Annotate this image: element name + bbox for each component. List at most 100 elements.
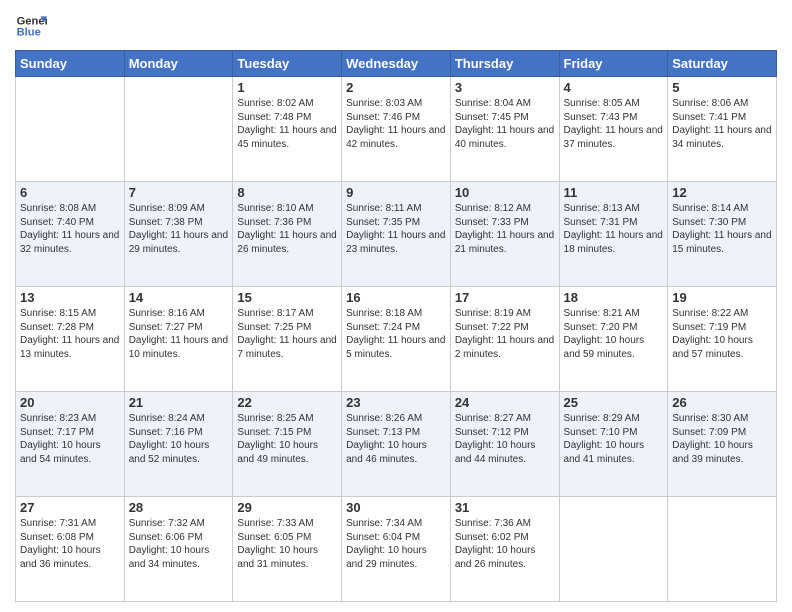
day-number: 9 [346,185,446,200]
calendar-week-5: 27Sunrise: 7:31 AM Sunset: 6:08 PM Dayli… [16,497,777,602]
day-info: Sunrise: 7:36 AM Sunset: 6:02 PM Dayligh… [455,517,555,571]
day-number: 16 [346,290,446,305]
weekday-header-friday: Friday [559,51,668,77]
weekday-header-row: SundayMondayTuesdayWednesdayThursdayFrid… [16,51,777,77]
day-info: Sunrise: 8:14 AM Sunset: 7:30 PM Dayligh… [672,202,772,256]
calendar-cell: 18Sunrise: 8:21 AM Sunset: 7:20 PM Dayli… [559,287,668,392]
day-number: 10 [455,185,555,200]
day-number: 14 [129,290,229,305]
day-number: 12 [672,185,772,200]
calendar-cell [559,497,668,602]
day-number: 5 [672,80,772,95]
day-info: Sunrise: 8:04 AM Sunset: 7:45 PM Dayligh… [455,97,555,151]
day-number: 13 [20,290,120,305]
calendar-cell: 15Sunrise: 8:17 AM Sunset: 7:25 PM Dayli… [233,287,342,392]
weekday-header-monday: Monday [124,51,233,77]
day-info: Sunrise: 8:10 AM Sunset: 7:36 PM Dayligh… [237,202,337,256]
day-number: 18 [564,290,664,305]
weekday-header-tuesday: Tuesday [233,51,342,77]
calendar-cell: 20Sunrise: 8:23 AM Sunset: 7:17 PM Dayli… [16,392,125,497]
day-info: Sunrise: 8:11 AM Sunset: 7:35 PM Dayligh… [346,202,446,256]
day-number: 26 [672,395,772,410]
calendar-cell: 21Sunrise: 8:24 AM Sunset: 7:16 PM Dayli… [124,392,233,497]
day-info: Sunrise: 8:09 AM Sunset: 7:38 PM Dayligh… [129,202,229,256]
calendar-cell: 13 Sunrise: 8:15 AM Sunset: 7:28 PM Dayli… [16,287,125,392]
day-info: Sunrise: 8:08 AM Sunset: 7:40 PM Dayligh… [20,202,120,256]
day-number: 28 [129,500,229,515]
day-info: Sunrise: 8:24 AM Sunset: 7:16 PM Dayligh… [129,412,229,466]
day-number: 1 [237,80,337,95]
calendar-cell: 12 Sunrise: 8:14 AM Sunset: 7:30 PM Dayli… [668,182,777,287]
calendar-cell: 28Sunrise: 7:32 AM Sunset: 6:06 PM Dayli… [124,497,233,602]
calendar-table: SundayMondayTuesdayWednesdayThursdayFrid… [15,50,777,602]
day-info: Sunrise: 7:34 AM Sunset: 6:04 PM Dayligh… [346,517,446,571]
day-info: Sunrise: 8:12 AM Sunset: 7:33 PM Dayligh… [455,202,555,256]
day-number: 3 [455,80,555,95]
calendar-week-3: 13 Sunrise: 8:15 AM Sunset: 7:28 PM Dayli… [16,287,777,392]
day-number: 31 [455,500,555,515]
weekday-header-wednesday: Wednesday [342,51,451,77]
calendar-cell: 25 Sunrise: 8:29 AM Sunset: 7:10 PM Dayli… [559,392,668,497]
day-number: 6 [20,185,120,200]
day-info: Sunrise: 8:30 AM Sunset: 7:09 PM Dayligh… [672,412,772,466]
calendar-cell: 19 Sunrise: 8:22 AM Sunset: 7:19 PM Dayli… [668,287,777,392]
calendar-cell: 6 Sunrise: 8:08 AM Sunset: 7:40 PM Daylig… [16,182,125,287]
page: General Blue SundayMondayTuesdayWednesda… [0,0,792,612]
day-number: 11 [564,185,664,200]
day-info: Sunrise: 8:03 AM Sunset: 7:46 PM Dayligh… [346,97,446,151]
calendar-week-2: 6 Sunrise: 8:08 AM Sunset: 7:40 PM Daylig… [16,182,777,287]
calendar-cell [124,77,233,182]
day-info: Sunrise: 8:22 AM Sunset: 7:19 PM Dayligh… [672,307,772,361]
day-info: Sunrise: 8:26 AM Sunset: 7:13 PM Dayligh… [346,412,446,466]
calendar-cell: 23 Sunrise: 8:26 AM Sunset: 7:13 PM Dayli… [342,392,451,497]
day-info: Sunrise: 8:19 AM Sunset: 7:22 PM Dayligh… [455,307,555,361]
calendar-week-1: 1Sunrise: 8:02 AM Sunset: 7:48 PM Daylig… [16,77,777,182]
calendar-cell: 17 Sunrise: 8:19 AM Sunset: 7:22 PM Dayli… [450,287,559,392]
day-number: 22 [237,395,337,410]
day-number: 19 [672,290,772,305]
day-number: 25 [564,395,664,410]
calendar-cell: 27Sunrise: 7:31 AM Sunset: 6:08 PM Dayli… [16,497,125,602]
day-number: 8 [237,185,337,200]
calendar-cell: 30Sunrise: 7:34 AM Sunset: 6:04 PM Dayli… [342,497,451,602]
day-info: Sunrise: 8:06 AM Sunset: 7:41 PM Dayligh… [672,97,772,151]
day-number: 24 [455,395,555,410]
calendar-week-4: 20Sunrise: 8:23 AM Sunset: 7:17 PM Dayli… [16,392,777,497]
svg-text:Blue: Blue [17,27,41,39]
day-info: Sunrise: 8:27 AM Sunset: 7:12 PM Dayligh… [455,412,555,466]
calendar-cell: 22 Sunrise: 8:25 AM Sunset: 7:15 PM Dayli… [233,392,342,497]
header: General Blue [15,10,777,42]
calendar-cell: 1Sunrise: 8:02 AM Sunset: 7:48 PM Daylig… [233,77,342,182]
day-info: Sunrise: 8:16 AM Sunset: 7:27 PM Dayligh… [129,307,229,361]
day-info: Sunrise: 8:05 AM Sunset: 7:43 PM Dayligh… [564,97,664,151]
calendar-cell: 11 Sunrise: 8:13 AM Sunset: 7:31 PM Dayli… [559,182,668,287]
day-number: 2 [346,80,446,95]
day-number: 23 [346,395,446,410]
calendar-cell: 10 Sunrise: 8:12 AM Sunset: 7:33 PM Dayli… [450,182,559,287]
day-number: 7 [129,185,229,200]
weekday-header-thursday: Thursday [450,51,559,77]
calendar-cell [668,497,777,602]
day-info: Sunrise: 8:13 AM Sunset: 7:31 PM Dayligh… [564,202,664,256]
calendar-cell: 8 Sunrise: 8:10 AM Sunset: 7:36 PM Daylig… [233,182,342,287]
day-number: 20 [20,395,120,410]
day-info: Sunrise: 8:17 AM Sunset: 7:25 PM Dayligh… [237,307,337,361]
calendar-cell [16,77,125,182]
calendar-cell: 31 Sunrise: 7:36 AM Sunset: 6:02 PM Dayli… [450,497,559,602]
logo-icon: General Blue [15,10,47,42]
calendar-cell: 9 Sunrise: 8:11 AM Sunset: 7:35 PM Daylig… [342,182,451,287]
day-info: Sunrise: 8:29 AM Sunset: 7:10 PM Dayligh… [564,412,664,466]
calendar-cell: 3 Sunrise: 8:04 AM Sunset: 7:45 PM Daylig… [450,77,559,182]
day-info: Sunrise: 8:18 AM Sunset: 7:24 PM Dayligh… [346,307,446,361]
day-info: Sunrise: 8:15 AM Sunset: 7:28 PM Dayligh… [20,307,120,361]
day-number: 4 [564,80,664,95]
calendar-cell: 16 Sunrise: 8:18 AM Sunset: 7:24 PM Dayli… [342,287,451,392]
weekday-header-saturday: Saturday [668,51,777,77]
day-number: 17 [455,290,555,305]
calendar-cell: 7 Sunrise: 8:09 AM Sunset: 7:38 PM Daylig… [124,182,233,287]
calendar-cell: 2 Sunrise: 8:03 AM Sunset: 7:46 PM Daylig… [342,77,451,182]
day-info: Sunrise: 7:31 AM Sunset: 6:08 PM Dayligh… [20,517,120,571]
day-info: Sunrise: 8:25 AM Sunset: 7:15 PM Dayligh… [237,412,337,466]
weekday-header-sunday: Sunday [16,51,125,77]
calendar-cell: 26 Sunrise: 8:30 AM Sunset: 7:09 PM Dayli… [668,392,777,497]
